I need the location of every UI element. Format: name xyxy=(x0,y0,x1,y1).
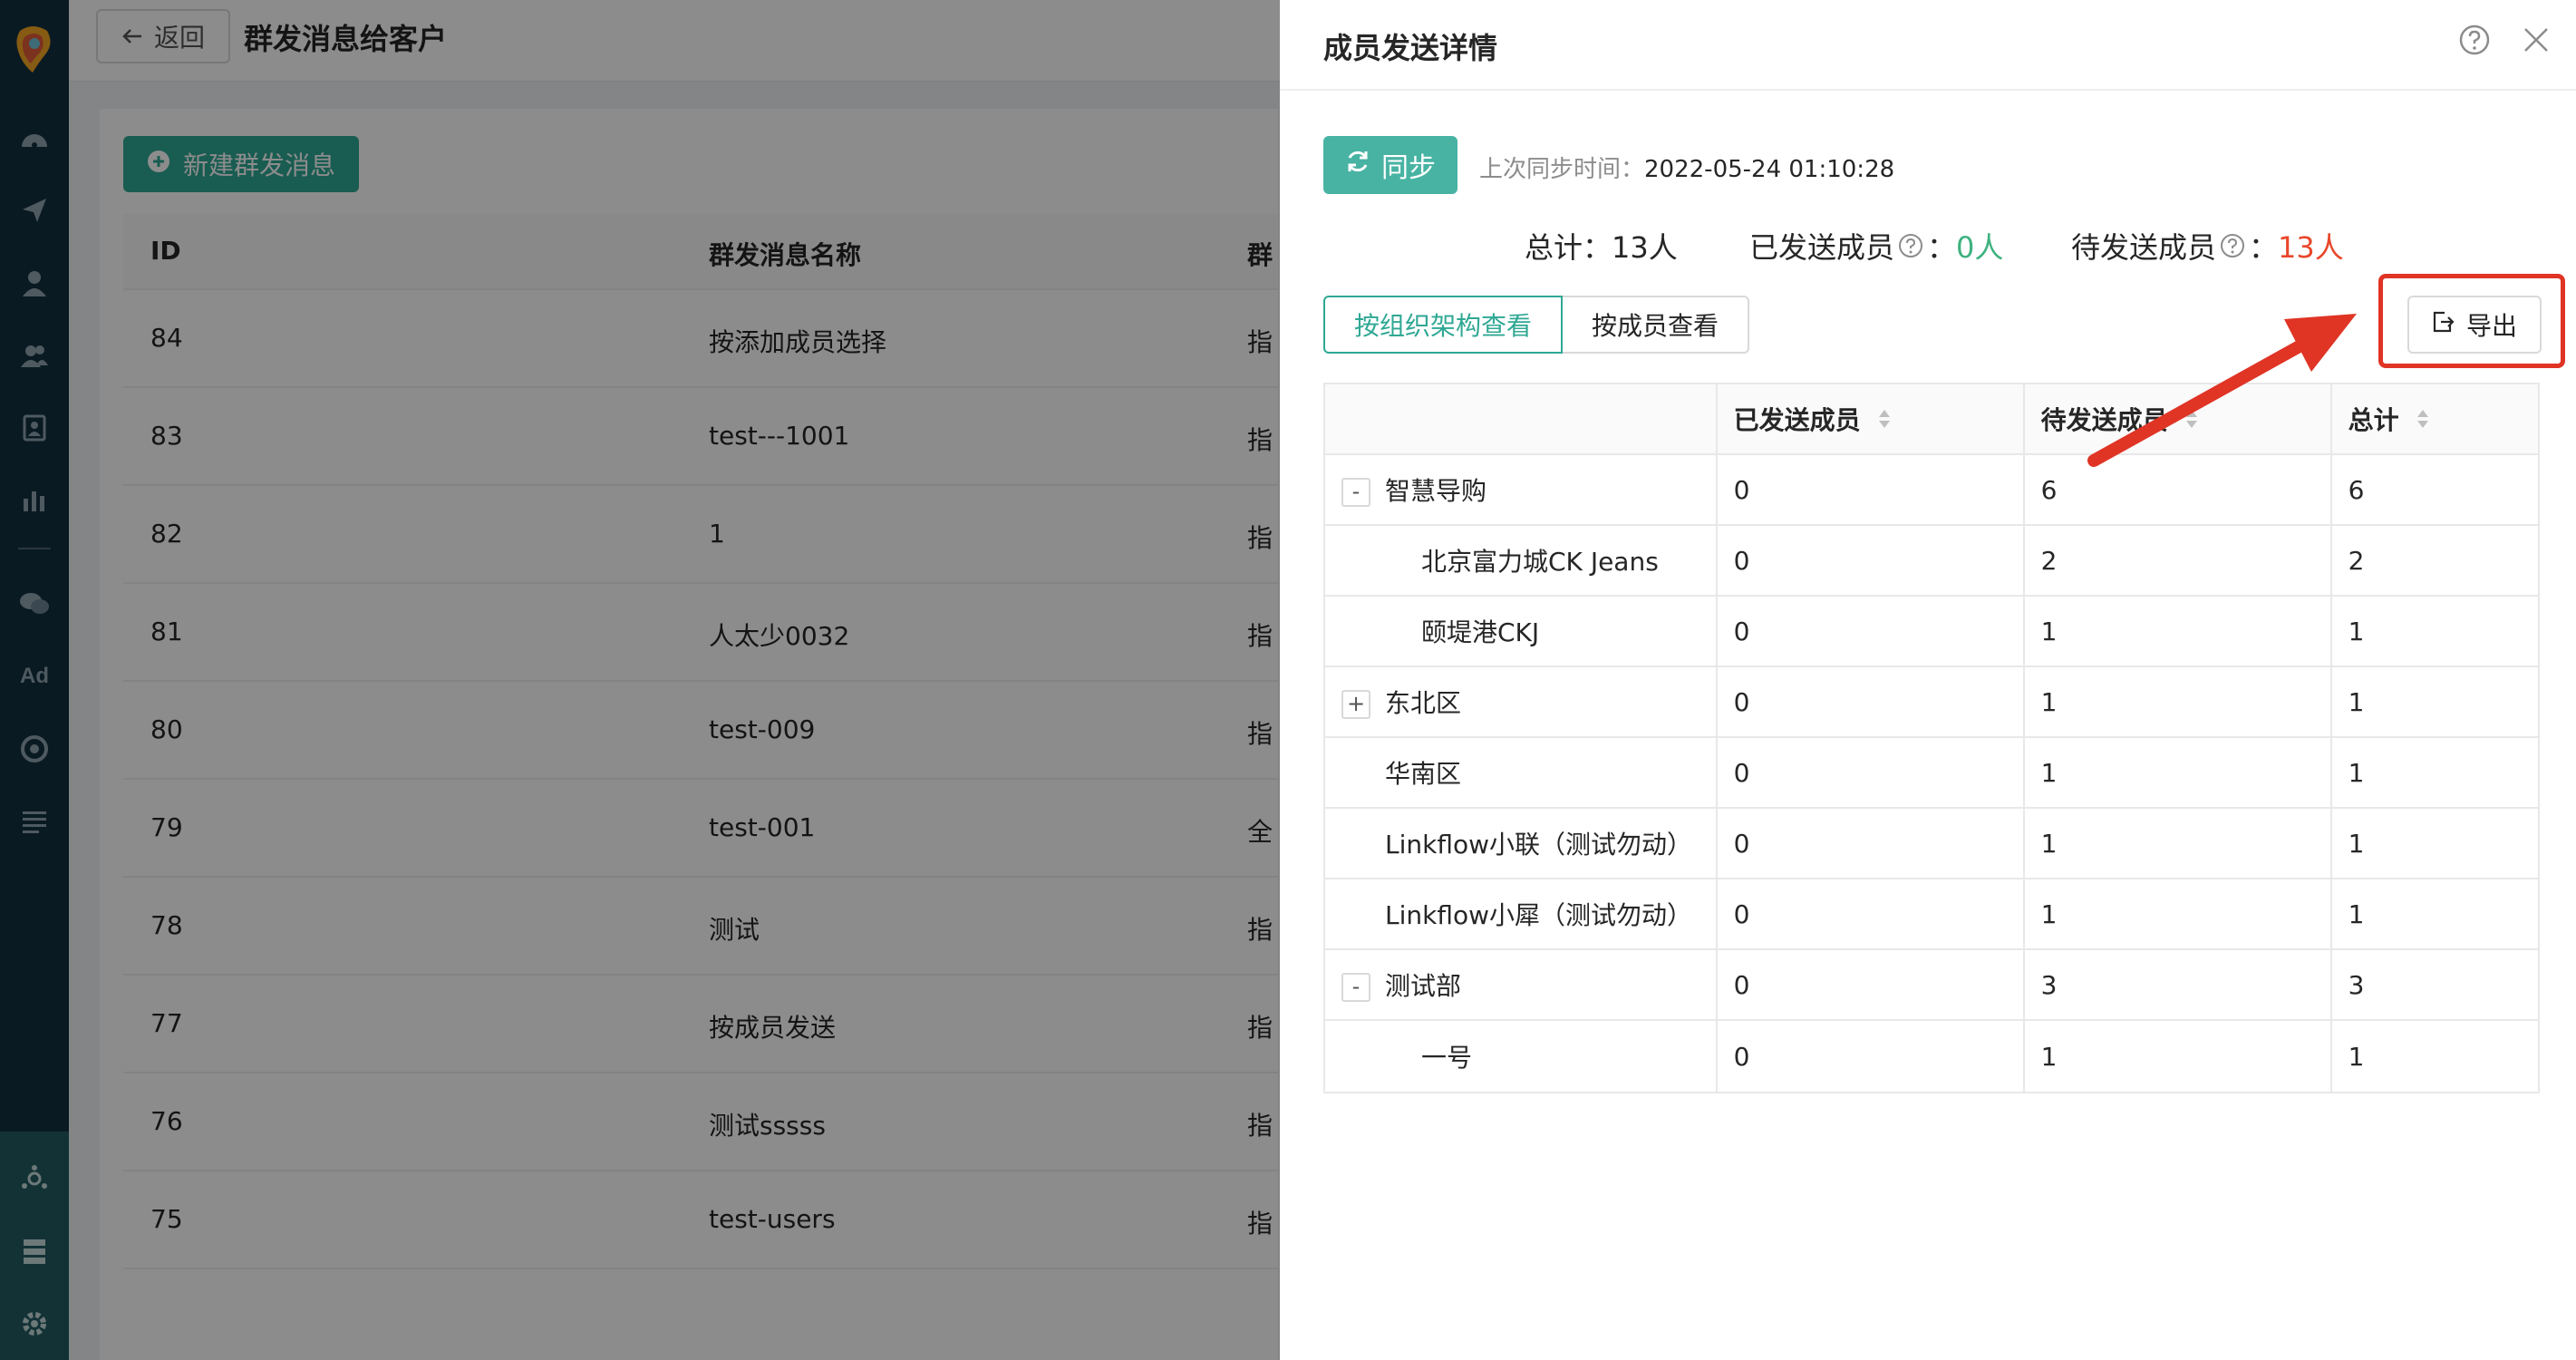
table-row: Linkflow小犀（测试勿动） 0 1 1 xyxy=(1325,879,2538,950)
table-row: 北京富力城CK Jeans 0 2 2 xyxy=(1325,526,2538,597)
total-count-cell: 1 xyxy=(2348,899,2365,929)
sort-icon[interactable] xyxy=(2414,404,2432,433)
sort-icon[interactable] xyxy=(2183,404,2201,433)
table-row: 华南区 0 1 1 xyxy=(1325,738,2538,809)
pending-count-cell: 1 xyxy=(2025,1021,2332,1092)
org-name: Linkflow小联（测试勿动） xyxy=(1385,830,1693,860)
table-header: 已发送成员 待发送成员 总计 xyxy=(1325,384,2538,455)
total-count-cell: 1 xyxy=(2348,757,2365,788)
question-icon[interactable] xyxy=(2220,233,2245,258)
stat-total-label: 总计： xyxy=(1525,230,1612,265)
table-row: + 东北区 0 1 1 xyxy=(1325,667,2538,738)
org-name-cell: - 智慧导购 xyxy=(1325,455,1718,524)
sort-icon[interactable] xyxy=(1875,404,1893,433)
org-name: 华南区 xyxy=(1385,759,1462,789)
last-sync-time: 上次同步时间：2022-05-24 01:10:28 xyxy=(1479,151,1894,184)
column-header-total[interactable]: 总计 xyxy=(2332,384,2538,453)
org-name: 一号 xyxy=(1421,1043,1473,1073)
stat-pending-colon: ： xyxy=(2249,230,2279,265)
org-name-cell: + 东北区 xyxy=(1325,667,1718,736)
sent-count-cell: 0 xyxy=(1718,455,2025,524)
expand-icon[interactable]: + xyxy=(1341,690,1370,719)
column-header-sent[interactable]: 已发送成员 xyxy=(1718,384,2025,453)
column-header-sent-label: 已发送成员 xyxy=(1733,405,1861,435)
view-mode-tabs: 按组织架构查看 按成员查看 xyxy=(1323,296,1749,354)
stat-sent: 已发送成员 ： 0人 xyxy=(1749,225,2003,267)
sent-count-cell: 0 xyxy=(1718,879,2025,948)
sync-button-label: 同步 xyxy=(1381,152,1436,184)
table-row: 一号 0 1 1 xyxy=(1325,1021,2538,1092)
sent-count-cell: 0 xyxy=(1718,526,2025,595)
pending-count-cell: 3 xyxy=(2025,950,2332,1019)
sent-count-cell: 0 xyxy=(1718,1021,2025,1092)
column-header-pending-label: 待发送成员 xyxy=(2040,405,2168,435)
total-count-cell: 1 xyxy=(2348,828,2365,859)
pending-count-cell: 1 xyxy=(2025,667,2332,736)
send-stats: 总计： 13人 已发送成员 ： 0人 待发送成员 ： 13人 xyxy=(1280,225,2576,265)
column-header-total-label: 总计 xyxy=(2348,405,2399,435)
sent-count-cell: 0 xyxy=(1718,597,2025,665)
drawer-title: 成员发送详情 xyxy=(1323,31,1498,65)
table-row: - 测试部 0 3 3 xyxy=(1325,950,2538,1021)
pending-count-cell: 6 xyxy=(2025,455,2332,524)
collapse-icon[interactable]: - xyxy=(1341,478,1370,507)
pending-count-cell: 1 xyxy=(2025,597,2332,665)
pending-count-cell: 1 xyxy=(2025,809,2332,878)
member-send-details-drawer: 成员发送详情 同步 上次同步时间：2022-05-24 01:10:28 总计：… xyxy=(1280,0,2576,1360)
tab-by-member[interactable]: 按成员查看 xyxy=(1563,296,1749,354)
refresh-icon xyxy=(1345,149,1370,181)
org-name-cell: 北京富力城CK Jeans xyxy=(1325,526,1718,595)
org-name-cell: - 测试部 xyxy=(1325,950,1718,1019)
org-name: 智慧导购 xyxy=(1385,476,1487,506)
stat-sent-colon: ： xyxy=(1927,230,1957,265)
org-name-cell: 一号 xyxy=(1325,1021,1718,1092)
total-count-cell: 1 xyxy=(2348,686,2365,717)
org-name: 测试部 xyxy=(1385,971,1462,1001)
org-name: Linkflow小犀（测试勿动） xyxy=(1385,900,1693,930)
stat-total-value: 13人 xyxy=(1612,230,1678,265)
table-row: 颐堤港CKJ 0 1 1 xyxy=(1325,597,2538,667)
last-sync-label: 上次同步时间： xyxy=(1479,156,1645,183)
help-icon[interactable] xyxy=(2458,24,2491,56)
total-count-cell: 1 xyxy=(2348,1041,2365,1072)
total-count-cell: 6 xyxy=(2348,474,2365,505)
stat-sent-label: 已发送成员 xyxy=(1749,230,1895,265)
collapse-icon[interactable]: - xyxy=(1341,973,1370,1002)
table-row: Linkflow小联（测试勿动） 0 1 1 xyxy=(1325,809,2538,879)
stat-sent-value: 0人 xyxy=(1956,230,2004,265)
stat-pending: 待发送成员 ： 13人 xyxy=(2071,225,2344,267)
org-name-cell: 颐堤港CKJ xyxy=(1325,597,1718,665)
stat-pending-value: 13人 xyxy=(2278,230,2344,265)
org-name: 北京富力城CK Jeans xyxy=(1421,547,1659,577)
sent-count-cell: 0 xyxy=(1718,738,2025,807)
column-header-pending[interactable]: 待发送成员 xyxy=(2025,384,2332,453)
total-count-cell: 2 xyxy=(2348,545,2365,576)
modal-overlay[interactable] xyxy=(0,0,1280,1360)
pending-count-cell: 2 xyxy=(2025,526,2332,595)
question-icon[interactable] xyxy=(1898,233,1923,258)
last-sync-value: 2022-05-24 01:10:28 xyxy=(1644,156,1895,183)
drawer-header: 成员发送详情 xyxy=(1280,0,2576,91)
org-name-cell: 华南区 xyxy=(1325,738,1718,807)
tab-by-org-structure[interactable]: 按组织架构查看 xyxy=(1323,296,1563,354)
total-count-cell: 1 xyxy=(2348,616,2365,646)
org-name: 东北区 xyxy=(1385,688,1462,718)
table-row: - 智慧导购 0 6 6 xyxy=(1325,455,2538,526)
org-send-table: 已发送成员 待发送成员 总计 - 智慧导购 0 6 6 北京富力城CK Jeans 0 2 2 颐… xyxy=(1323,383,2540,1093)
pending-count-cell: 1 xyxy=(2025,879,2332,948)
sent-count-cell: 0 xyxy=(1718,667,2025,736)
total-count-cell: 3 xyxy=(2348,969,2365,1000)
pending-count-cell: 1 xyxy=(2025,738,2332,807)
close-icon[interactable] xyxy=(2520,24,2552,56)
column-header-org xyxy=(1325,384,1718,453)
sent-count-cell: 0 xyxy=(1718,809,2025,878)
stat-pending-label: 待发送成员 xyxy=(2071,230,2217,265)
sent-count-cell: 0 xyxy=(1718,950,2025,1019)
org-name-cell: Linkflow小犀（测试勿动） xyxy=(1325,879,1718,948)
annotation-highlight-box xyxy=(2378,274,2565,368)
org-name-cell: Linkflow小联（测试勿动） xyxy=(1325,809,1718,878)
sync-button[interactable]: 同步 xyxy=(1323,136,1457,194)
stat-total: 总计： 13人 xyxy=(1525,225,1678,267)
org-name: 颐堤港CKJ xyxy=(1421,617,1540,647)
